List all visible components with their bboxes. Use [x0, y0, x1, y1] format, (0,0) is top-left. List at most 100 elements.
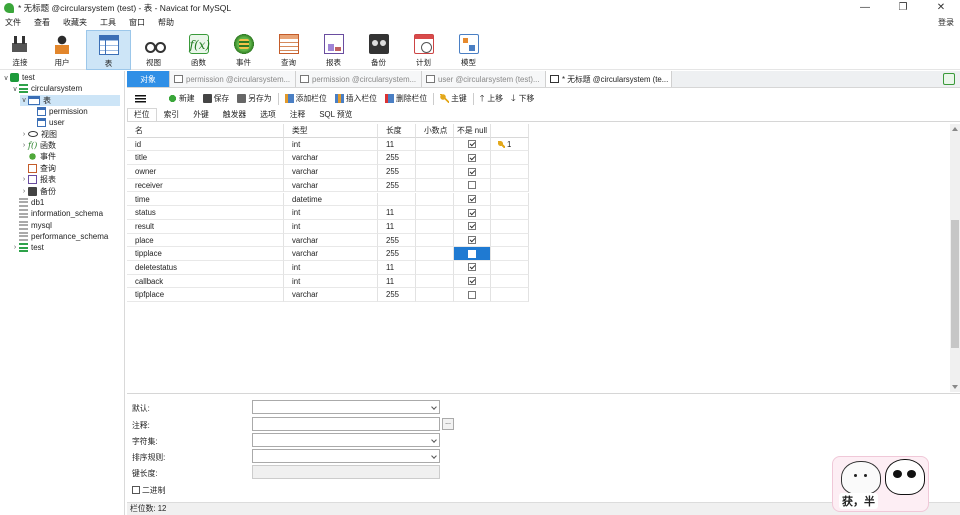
field-name-cell[interactable]: title	[127, 151, 284, 166]
comment-edit-button[interactable]: ...	[442, 418, 454, 430]
field-name-cell[interactable]: tipplace	[127, 247, 284, 261]
tab-permission-2[interactable]: permission @circularsystem...	[296, 71, 422, 87]
field-name-cell[interactable]: status	[127, 206, 284, 220]
chevron-right-icon[interactable]: ›	[20, 176, 28, 183]
field-decimals-cell[interactable]	[416, 219, 454, 234]
table-row[interactable]: tipfplace varchar 255	[127, 288, 529, 303]
move-down-button[interactable]: 🡓 下移	[511, 91, 534, 107]
delete-column-button[interactable]: 删除栏位	[384, 93, 427, 104]
sidebar-item-test[interactable]: › test	[11, 242, 44, 253]
tab-comment[interactable]: 注释	[283, 108, 313, 121]
field-name-cell[interactable]: id	[127, 137, 284, 152]
primary-key-button[interactable]: 主键	[440, 93, 467, 104]
insert-column-button[interactable]: 插入栏位	[334, 93, 377, 104]
field-decimals-cell[interactable]	[416, 288, 454, 303]
checkbox-icon[interactable]	[132, 486, 140, 494]
not-null-cell[interactable]	[454, 288, 491, 303]
save-button[interactable]: 保存	[202, 93, 229, 104]
field-type-cell[interactable]: int	[284, 274, 378, 289]
sidebar-item-information_schema[interactable]: information_schema	[11, 208, 103, 219]
not-null-checkbox[interactable]	[468, 167, 476, 176]
binary-checkbox[interactable]: 二进制	[132, 483, 165, 497]
not-null-cell[interactable]	[454, 165, 491, 179]
field-name-cell[interactable]: callback	[127, 274, 284, 289]
field-type-cell[interactable]: varchar	[284, 178, 378, 193]
field-name-cell[interactable]: tipfplace	[127, 288, 284, 303]
chevron-down-icon[interactable]: ∨	[20, 96, 28, 104]
header-not-null[interactable]: 不是 null	[454, 124, 491, 138]
field-decimals-cell[interactable]	[416, 274, 454, 289]
scroll-up-icon[interactable]	[952, 127, 958, 131]
object-info-icon[interactable]	[943, 73, 955, 85]
not-null-cell[interactable]	[454, 137, 491, 152]
tab-foreign-keys[interactable]: 外键	[186, 108, 216, 121]
not-null-checkbox[interactable]	[468, 208, 476, 217]
chevron-down-icon[interactable]: ∨	[11, 85, 19, 93]
field-length-cell[interactable]: 255	[378, 247, 416, 261]
field-length-cell[interactable]: 11	[378, 219, 416, 234]
report-button[interactable]: 报表	[311, 30, 356, 70]
tab-indexes[interactable]: 索引	[157, 108, 187, 121]
field-length-cell[interactable]: 255	[378, 151, 416, 166]
sidebar-item-查询[interactable]: 查询	[20, 163, 56, 174]
tab-fields[interactable]: 栏位	[127, 108, 157, 121]
field-length-cell[interactable]: 11	[378, 137, 416, 152]
menu-view[interactable]: 查看	[29, 17, 58, 28]
sidebar-item-表[interactable]: ∨ 表	[20, 94, 120, 106]
not-null-cell[interactable]	[454, 206, 491, 220]
not-null-checkbox[interactable]	[468, 263, 476, 272]
field-type-cell[interactable]: varchar	[284, 247, 378, 261]
not-null-checkbox[interactable]	[468, 290, 476, 299]
field-decimals-cell[interactable]	[416, 165, 454, 179]
sidebar-item-事件[interactable]: 事件	[20, 151, 56, 162]
menu-file[interactable]: 文件	[0, 17, 29, 28]
default-combo[interactable]	[252, 400, 440, 414]
sidebar-item-备份[interactable]: › 备份	[20, 186, 56, 197]
table-row[interactable]: id int 11 1	[127, 137, 529, 152]
close-button[interactable]: ✕	[922, 0, 960, 15]
sidebar-item-performance_schema[interactable]: performance_schema	[11, 231, 108, 242]
field-type-cell[interactable]: varchar	[284, 165, 378, 179]
new-button[interactable]: 新建	[168, 93, 195, 104]
charset-combo[interactable]	[252, 433, 440, 447]
table-row[interactable]: tipplace varchar 255	[127, 247, 529, 261]
user-button[interactable]: 用户	[38, 30, 86, 70]
not-null-checkbox[interactable]	[468, 140, 476, 149]
chevron-right-icon[interactable]: ›	[20, 131, 28, 138]
function-button[interactable]: f(x) 函数	[176, 30, 221, 70]
query-button[interactable]: 查询	[266, 30, 311, 70]
minimize-button[interactable]: —	[846, 0, 884, 15]
sidebar-item-mysql[interactable]: mysql	[11, 220, 52, 231]
field-type-cell[interactable]: int	[284, 137, 378, 152]
view-button[interactable]: 视图	[131, 30, 176, 70]
chevron-down-icon[interactable]: ∨	[2, 74, 10, 82]
scrollbar-thumb[interactable]	[951, 220, 959, 348]
field-length-cell[interactable]: 255	[378, 165, 416, 179]
tab-sql-preview[interactable]: SQL 预览	[312, 108, 359, 121]
event-button[interactable]: 事件	[221, 30, 266, 70]
header-name[interactable]: 名	[127, 124, 284, 138]
table-button[interactable]: 表	[86, 30, 131, 70]
field-type-cell[interactable]: varchar	[284, 288, 378, 303]
field-decimals-cell[interactable]	[416, 192, 454, 207]
not-null-checkbox[interactable]	[468, 153, 476, 162]
field-decimals-cell[interactable]	[416, 151, 454, 166]
sidebar-item-user[interactable]: user	[29, 117, 65, 128]
field-type-cell[interactable]: varchar	[284, 233, 378, 248]
login-link[interactable]: 登录	[938, 17, 954, 28]
not-null-checkbox[interactable]	[468, 194, 476, 203]
not-null-cell[interactable]	[454, 274, 491, 289]
chevron-right-icon[interactable]: ›	[20, 188, 28, 195]
field-name-cell[interactable]: owner	[127, 165, 284, 179]
header-decimals[interactable]: 小数点	[416, 124, 454, 138]
field-length-cell[interactable]: 11	[378, 206, 416, 220]
not-null-cell[interactable]	[454, 261, 491, 275]
field-length-cell[interactable]: 11	[378, 261, 416, 275]
sidebar-item-circularsystem[interactable]: ∨ circularsystem	[11, 83, 82, 94]
not-null-cell[interactable]	[454, 247, 491, 261]
not-null-cell[interactable]	[454, 233, 491, 248]
not-null-checkbox[interactable]	[468, 277, 476, 286]
sidebar-item-报表[interactable]: › 报表	[20, 174, 56, 185]
header-type[interactable]: 类型	[284, 124, 378, 138]
table-row[interactable]: time datetime	[127, 192, 529, 207]
